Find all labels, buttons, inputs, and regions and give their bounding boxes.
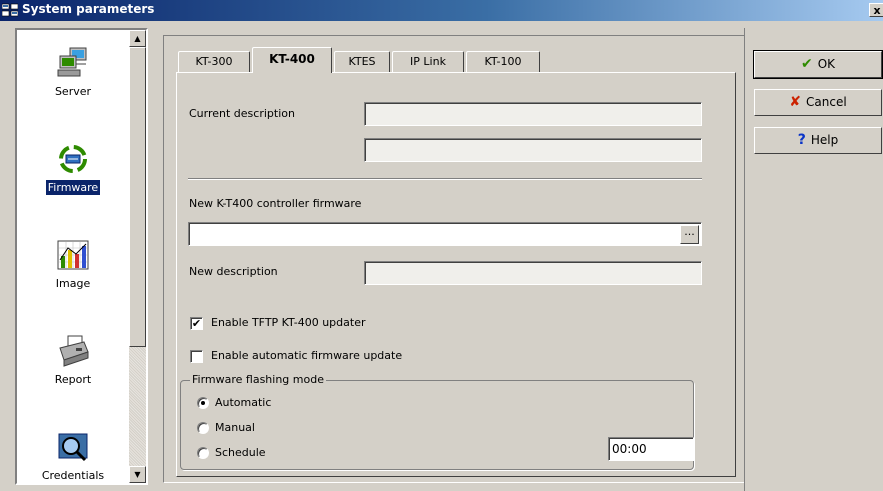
nav-label-report: Report (54, 373, 92, 386)
nav-item-report[interactable]: Report (17, 334, 129, 387)
close-button[interactable]: x (869, 3, 883, 17)
tab-kt100[interactable]: KT-100 (466, 51, 540, 72)
nav-label-credentials: Credentials (41, 469, 105, 482)
cancel-button[interactable]: ✘ Cancel (754, 89, 882, 116)
mode-schedule-radio[interactable] (197, 447, 209, 459)
tab-kt400[interactable]: KT-400 (252, 47, 332, 73)
new-firmware-path-input[interactable] (188, 222, 702, 246)
help-question-icon: ? (797, 132, 806, 148)
current-description-field-2 (364, 138, 702, 162)
tab-ktes[interactable]: KTES (334, 51, 390, 72)
scroll-down-button[interactable]: ▼ (129, 466, 146, 483)
nav-scrollbar[interactable]: ▲ ▼ (129, 30, 146, 483)
report-printer-icon (59, 335, 89, 367)
current-description-field-1 (364, 102, 702, 126)
ok-label: OK (817, 57, 836, 71)
current-description-label: Current description (189, 107, 295, 120)
cancel-label: Cancel (806, 95, 847, 109)
browse-button[interactable]: ... (680, 225, 699, 244)
server-icon (57, 47, 87, 77)
nav-item-server[interactable]: Server (17, 46, 129, 99)
flashing-mode-title: Firmware flashing mode (190, 373, 326, 386)
firmware-icon (59, 145, 87, 173)
mode-automatic-label: Automatic (215, 396, 272, 409)
help-button[interactable]: ? Help (754, 127, 882, 154)
check-icon: ✔ (800, 56, 813, 72)
title-bar: System parameters x (0, 0, 883, 21)
mode-automatic-radio[interactable] (197, 397, 209, 409)
nav-item-image[interactable]: Image (17, 238, 129, 291)
scroll-thumb[interactable] (129, 47, 146, 347)
scroll-up-button[interactable]: ▲ (129, 30, 146, 47)
ok-button[interactable]: ✔ OK (753, 50, 883, 79)
nav-label-image: Image (55, 277, 91, 290)
app-icon (2, 3, 18, 17)
cross-icon: ✘ (789, 94, 802, 110)
image-chart-icon (57, 240, 89, 270)
tab-kt300[interactable]: KT-300 (178, 51, 250, 72)
nav-label-server: Server (54, 85, 92, 98)
window-title: System parameters (22, 2, 155, 16)
enable-auto-update-checkbox[interactable] (190, 350, 203, 363)
nav-item-credentials[interactable]: Credentials (17, 430, 129, 483)
category-list[interactable]: Server Firmware Image Report Credentials… (15, 28, 148, 485)
new-description-field (364, 261, 702, 285)
new-description-label: New description (189, 265, 278, 278)
section-divider (188, 178, 702, 180)
enable-tftp-label: Enable TFTP KT-400 updater (211, 316, 366, 329)
credentials-icon (58, 433, 88, 462)
mode-manual-radio[interactable] (197, 422, 209, 434)
mode-manual-label: Manual (215, 421, 255, 434)
nav-item-firmware[interactable]: Firmware (17, 142, 129, 196)
nav-label-firmware: Firmware (44, 179, 102, 196)
schedule-time-input[interactable]: 00:00 (608, 437, 694, 461)
help-label: Help (810, 133, 839, 147)
tab-ip-link[interactable]: IP Link (392, 51, 464, 72)
mode-schedule-label: Schedule (215, 446, 266, 459)
enable-tftp-checkbox[interactable]: ✔ (190, 317, 203, 330)
new-firmware-label: New K-T400 controller firmware (189, 197, 362, 210)
enable-auto-update-label: Enable automatic firmware update (211, 349, 403, 362)
right-panel-divider (744, 28, 745, 491)
